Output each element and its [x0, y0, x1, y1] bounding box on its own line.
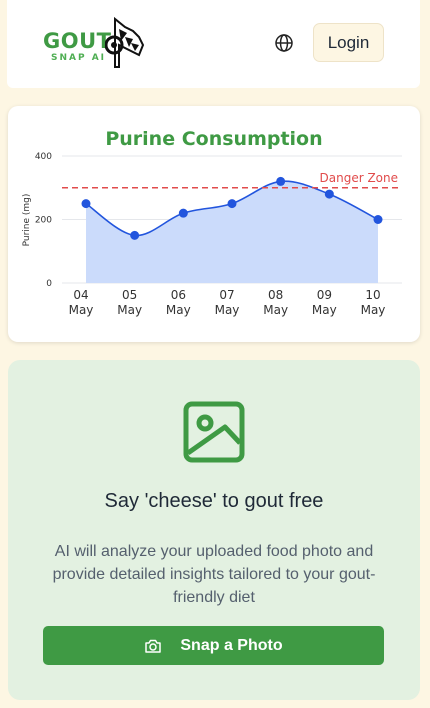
- snap-photo-button[interactable]: Snap a Photo: [43, 626, 384, 665]
- data-point[interactable]: [227, 199, 237, 209]
- upload-description: AI will analyze your uploaded food photo…: [52, 543, 376, 606]
- danger-zone-label: Danger Zone: [320, 171, 399, 185]
- chart-title: Purine Consumption: [105, 128, 322, 150]
- data-point[interactable]: [373, 215, 383, 224]
- login-button[interactable]: Login: [313, 23, 384, 62]
- photo-upload-card: Say 'cheese' to gout free AI will analyz…: [8, 360, 420, 700]
- y-tick-label: 200: [35, 216, 52, 226]
- data-point[interactable]: [178, 208, 188, 218]
- chart-ylabel: Purine (mg): [22, 194, 32, 247]
- x-tick-label: 09 May: [312, 288, 337, 317]
- purine-chart-card: Purine Consumption Purine (mg) 0 200 400 D…: [8, 106, 420, 342]
- snap-photo-label: Snap a Photo: [180, 636, 283, 654]
- y-tick-label: 0: [46, 279, 52, 289]
- x-tick-label: 07 May: [215, 288, 240, 317]
- app-header: GOUT SNAP AI Login: [7, 0, 420, 88]
- x-tick-label: 08 May: [263, 288, 288, 317]
- data-point[interactable]: [324, 189, 334, 199]
- image-icon[interactable]: [183, 401, 245, 463]
- data-point[interactable]: [81, 199, 91, 209]
- y-tick-label: 400: [35, 152, 52, 162]
- logo-subtext: SNAP AI: [51, 53, 107, 63]
- gout-snap-ai-logo[interactable]: GOUT SNAP AI: [43, 15, 153, 71]
- camera-icon: [145, 639, 162, 653]
- x-tick-label: 05 May: [117, 288, 142, 317]
- upload-title: Say 'cheese' to gout free: [104, 490, 324, 512]
- x-tick-label: 10 May: [361, 288, 386, 317]
- purine-consumption-chart: Purine Consumption Purine (mg) 0 200 400 D…: [22, 128, 402, 317]
- data-point[interactable]: [276, 176, 286, 186]
- logo-mark-icon: [105, 16, 145, 68]
- x-tick-label: 04 May: [69, 288, 94, 317]
- globe-icon[interactable]: [274, 33, 294, 53]
- logo-text: GOUT: [43, 29, 112, 53]
- data-point[interactable]: [130, 230, 140, 240]
- x-tick-label: 06 May: [166, 288, 191, 317]
